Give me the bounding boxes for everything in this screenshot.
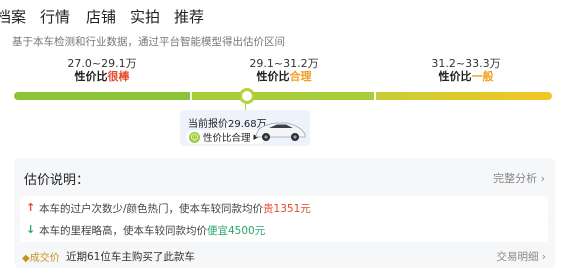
range-fair: 29.1~31.2万 性价比合理 <box>204 57 364 83</box>
tab-recommend[interactable]: 推荐 <box>174 6 204 27</box>
estimate-item-up: ↑ 本车的过户次数少/颜色热门，使本车较同款均价贵1351元 <box>20 196 548 220</box>
range-great-value: 27.0~29.1万 <box>67 57 137 70</box>
tab-archive[interactable]: 档案 <box>0 6 26 27</box>
tab-photos[interactable]: 实拍 <box>130 6 160 27</box>
estimate-item-up-text: 本车的过户次数少/颜色热门，使本车较同款均价贵1351元 <box>39 203 311 215</box>
smile-icon: ☺ <box>189 131 200 143</box>
range-average-tag: 一般 <box>471 70 494 83</box>
price-bar-average <box>376 92 552 100</box>
estimate-item-down: ↓ 本车的里程略高，使本车较同款均价便宜4500元 <box>20 218 548 242</box>
range-fair-value: 29.1~31.2万 <box>249 57 319 70</box>
full-analysis-link[interactable]: 完整分析 › <box>493 170 545 186</box>
arrow-up-icon: ↑ <box>26 201 36 214</box>
tab-store[interactable]: 店铺 <box>86 6 116 27</box>
estimate-item-up-amount: 贵1351元 <box>263 203 311 215</box>
range-average-value: 31.2~33.3万 <box>431 57 501 70</box>
estimate-subtitle: 基于本车检测和行业数据，通过平台智能模型得出估价区间 <box>12 36 285 48</box>
car-image <box>255 122 306 141</box>
range-average: 31.2~33.3万 性价比一般 <box>386 57 546 83</box>
price-bar-great <box>14 92 190 100</box>
range-average-label: 性价比一般 <box>438 70 494 83</box>
estimate-title: 估价说明： <box>24 173 90 188</box>
arrow-down-icon: ↓ <box>26 223 36 236</box>
range-great-tag: 很棒 <box>107 70 130 83</box>
range-great: 27.0~29.1万 性价比很棒 <box>22 57 182 83</box>
tab-market[interactable]: 行情 <box>40 6 70 27</box>
recent-deals-text: 近期61位车主购买了此款车 <box>66 251 195 263</box>
top-tabs: 档案 行情 店铺 实拍 推荐 <box>0 6 567 28</box>
estimate-item-down-amount: 便宜4500元 <box>207 225 266 237</box>
value-rating-text: 性价比合理 <box>203 133 251 144</box>
current-price-card[interactable]: 当前报价29.68万 ☺ 性价比合理 ▶ <box>180 110 310 146</box>
deal-price-badge: ◆成交价 <box>22 253 60 264</box>
estimate-item-down-text: 本车的里程略高，使本车较同款均价便宜4500元 <box>39 225 266 237</box>
price-bar-fair <box>192 92 374 100</box>
range-fair-tag: 合理 <box>289 70 312 83</box>
current-price-marker <box>239 88 255 104</box>
range-great-label: 性价比很棒 <box>74 70 130 83</box>
deal-details-link[interactable]: 交易明细 › <box>496 249 546 264</box>
range-fair-label: 性价比合理 <box>256 70 312 83</box>
